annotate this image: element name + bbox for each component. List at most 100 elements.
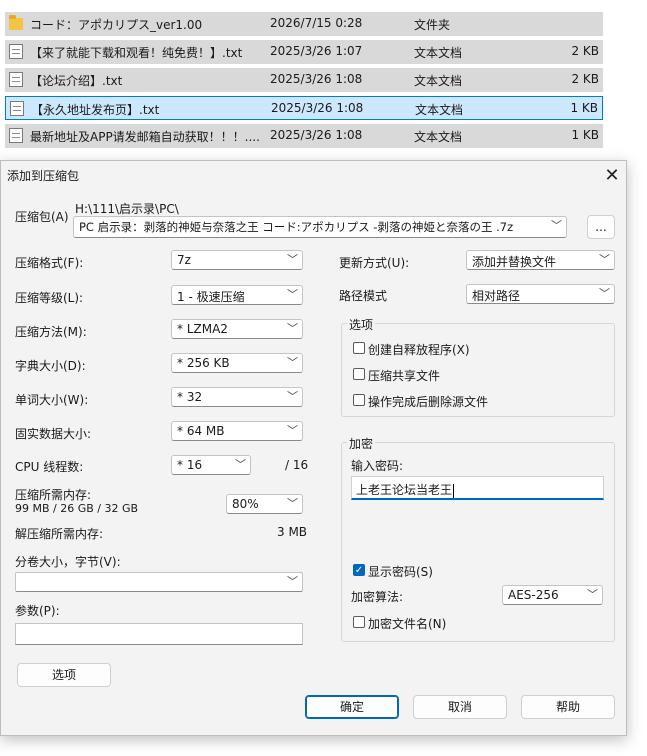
file-date: 2025/3/26 1:08	[270, 128, 363, 142]
dialog-title: 添加到压缩包	[7, 169, 80, 183]
file-date: 2025/3/26 1:08	[270, 72, 363, 86]
mem-compress-detail: 99 MB / 26 GB / 32 GB	[15, 502, 139, 515]
cpu-select[interactable]: * 16 ﹀	[171, 455, 251, 475]
file-size: 1 KB	[571, 128, 599, 142]
archive-label: 压缩包(A)	[15, 210, 69, 224]
update-mode-label: 更新方式(U):	[339, 256, 410, 270]
file-name: 最新地址及APP请发邮箱自动获取！！！....	[30, 130, 260, 144]
cpu-max: / 16	[285, 458, 309, 472]
dict-select[interactable]: * 256 KB ﹀	[171, 353, 303, 373]
show-password-checkbox[interactable]: ✓	[353, 564, 365, 576]
chevron-down-icon: ﹀	[599, 287, 610, 300]
password-input[interactable]: 上老王论坛当老王	[351, 476, 604, 500]
chevron-down-icon: ﹀	[287, 322, 298, 335]
path-mode-select[interactable]: 相对路径 ﹀	[466, 284, 615, 304]
algo-label: 加密算法:	[351, 590, 404, 604]
file-name: 【来了就能下载和观看！纯免费！】.txt	[30, 46, 243, 60]
archive-path: H:\111\启示录\PC\	[75, 202, 179, 216]
password-label: 输入密码:	[351, 459, 404, 473]
sfx-label: 创建自释放程序(X)	[368, 343, 470, 357]
chevron-down-icon: ﹀	[287, 288, 298, 301]
archive-name-combobox[interactable]: PC 启示录：剥落的神姫与奈落之王 コード:アポカリプス -剥落の神姫と奈落の王…	[73, 216, 567, 238]
chevron-down-icon: ﹀	[599, 253, 610, 266]
chevron-down-icon: ﹀	[551, 219, 562, 232]
word-value: * 32	[177, 390, 203, 404]
file-row[interactable]: 【论坛介绍】.txt 2025/3/26 1:08 文本文档 2 KB	[5, 68, 603, 92]
file-date: 2025/3/26 1:08	[271, 101, 364, 115]
folder-icon	[9, 15, 23, 30]
file-size: 1 KB	[570, 101, 598, 115]
chevron-down-icon: ﹀	[287, 253, 298, 266]
file-type: 文件夹	[414, 18, 451, 32]
delete-after-checkbox[interactable]	[353, 394, 365, 406]
level-value: 1 - 极速压缩	[177, 290, 245, 304]
text-file-icon	[9, 72, 23, 87]
params-input[interactable]	[15, 623, 303, 645]
word-label: 单词大小(W):	[15, 393, 89, 407]
file-name: コード：アポカリプス_ver1.00	[30, 18, 203, 32]
format-value: 7z	[177, 253, 191, 267]
encryption-group-title: 加密	[347, 435, 376, 452]
chevron-down-icon: ﹀	[287, 497, 298, 510]
options-group-title: 选项	[347, 316, 376, 333]
chevron-down-icon: ﹀	[287, 390, 298, 403]
add-to-archive-dialog: 添加到压缩包 ✕ 压缩包(A) H:\111\启示录\PC\ PC 启示录：剥落…	[0, 160, 627, 736]
file-type: 文本文档	[415, 103, 464, 117]
algo-select[interactable]: AES-256 ﹀	[502, 585, 603, 605]
split-label: 分卷大小，字节(V):	[15, 555, 121, 569]
file-size: 2 KB	[571, 44, 599, 58]
word-select[interactable]: * 32 ﹀	[171, 387, 303, 407]
chevron-down-icon: ﹀	[287, 575, 298, 588]
cpu-label: CPU 线程数:	[15, 460, 84, 474]
solid-value: * 64 MB	[177, 424, 225, 438]
file-date: 2025/3/26 1:07	[270, 44, 363, 58]
cancel-button[interactable]: 取消	[413, 695, 507, 719]
file-type: 文本文档	[414, 46, 463, 60]
password-value: 上老王论坛当老王	[356, 483, 453, 497]
format-label: 压缩格式(F):	[15, 256, 84, 270]
text-file-icon	[9, 128, 23, 143]
mem-decompress-label: 解压缩所需内存:	[15, 527, 104, 541]
dict-label: 字典大小(D):	[15, 359, 86, 373]
close-icon[interactable]: ✕	[599, 163, 625, 189]
encrypt-names-label: 加密文件名(N)	[368, 617, 447, 631]
shared-label: 压缩共享文件	[368, 369, 441, 383]
delete-after-label: 操作完成后删除源文件	[368, 395, 489, 409]
split-combobox[interactable]: ﹀	[15, 572, 303, 592]
chevron-down-icon: ﹀	[587, 588, 598, 601]
help-button[interactable]: 帮助	[521, 695, 615, 719]
file-name: 【永久地址发布页】.txt	[31, 103, 160, 117]
shared-checkbox[interactable]	[353, 368, 365, 380]
mem-percent-value: 80%	[232, 497, 259, 511]
mem-percent-select[interactable]: 80% ﹀	[226, 494, 303, 514]
algo-value: AES-256	[508, 588, 559, 602]
sfx-checkbox[interactable]	[353, 342, 365, 354]
file-type: 文本文档	[414, 130, 463, 144]
method-value: * LZMA2	[177, 322, 228, 336]
file-name: 【论坛介绍】.txt	[30, 74, 123, 88]
update-mode-select[interactable]: 添加并替换文件 ﹀	[466, 250, 615, 270]
encrypt-names-checkbox[interactable]	[353, 616, 365, 628]
options-button[interactable]: 选项	[17, 663, 111, 687]
ok-button[interactable]: 确定	[305, 695, 399, 719]
text-caret	[453, 483, 455, 498]
browse-button[interactable]: ...	[587, 215, 615, 239]
chevron-down-icon: ﹀	[235, 458, 246, 471]
file-type: 文本文档	[414, 74, 463, 88]
archive-name-value: PC 启示录：剥落的神姫与奈落之王 コード:アポカリプス -剥落の神姫と奈落の王…	[79, 220, 514, 234]
file-row[interactable]: 【来了就能下载和观看！纯免费！】.txt 2025/3/26 1:07 文本文档 2 …	[5, 40, 603, 64]
chevron-down-icon: ﹀	[287, 424, 298, 437]
format-select[interactable]: 7z ﹀	[171, 250, 303, 270]
method-select[interactable]: * LZMA2 ﹀	[171, 319, 303, 339]
file-row[interactable]: 【永久地址发布页】.txt 2025/3/26 1:08 文本文档 1 KB	[5, 96, 603, 120]
file-row[interactable]: コード：アポカリプス_ver1.00 2026/7/15 0:28 文件夹	[5, 12, 603, 36]
level-select[interactable]: 1 - 极速压缩 ﹀	[171, 285, 303, 305]
chevron-down-icon: ﹀	[287, 356, 298, 369]
level-label: 压缩等级(L):	[15, 291, 84, 305]
path-mode-value: 相对路径	[472, 289, 521, 303]
solid-select[interactable]: * 64 MB ﹀	[171, 421, 303, 441]
file-row[interactable]: 最新地址及APP请发邮箱自动获取！！！.... 2025/3/26 1:08 文本文…	[5, 124, 603, 148]
mem-compress-label: 压缩所需内存:	[15, 488, 92, 502]
show-password-label: 显示密码(S)	[368, 565, 433, 579]
method-label: 压缩方法(M):	[15, 325, 87, 339]
